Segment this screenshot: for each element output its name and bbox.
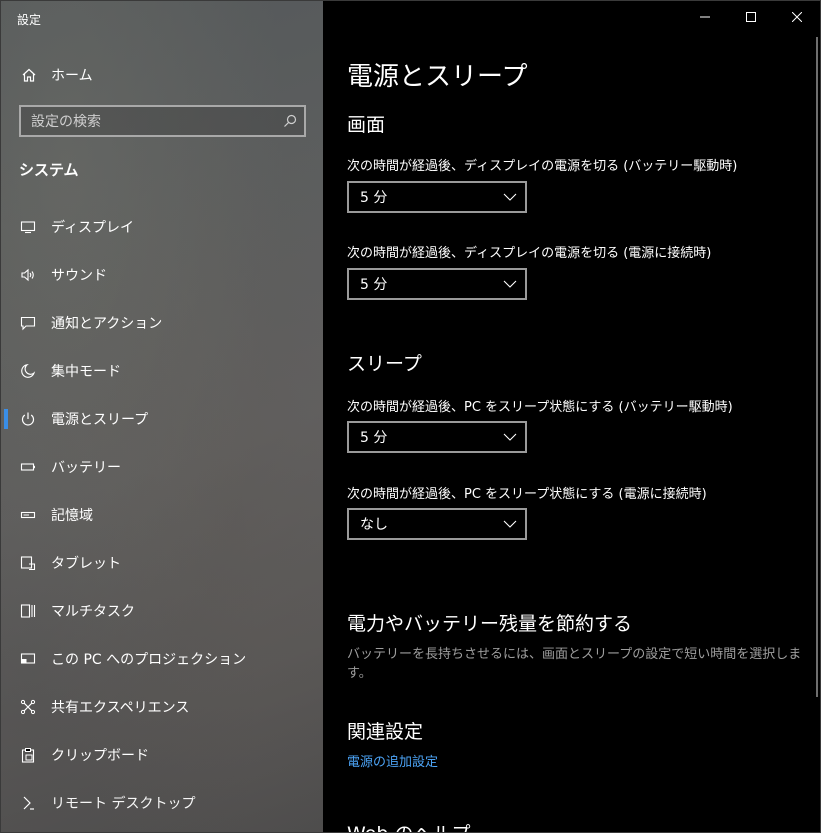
sidebar-item-focus[interactable]: 集中モード (1, 347, 323, 395)
search-input[interactable]: 設定の検索 (19, 105, 306, 137)
sidebar-item-projection[interactable]: この PC へのプロジェクション (1, 635, 323, 683)
additional-power-settings-link[interactable]: 電源の追加設定 (347, 751, 438, 770)
storage-icon (18, 507, 38, 523)
page-title: 電源とスリープ (347, 62, 528, 92)
sidebar-item-multitasking[interactable]: マルチタスク (1, 587, 323, 635)
related-settings-heading: 関連設定 (347, 721, 424, 743)
power-icon (18, 411, 38, 427)
sidebar-item-label: サウンド (51, 268, 107, 284)
sidebar-item-clipboard[interactable]: クリップボード (1, 731, 323, 779)
home-label: ホーム (51, 68, 93, 84)
sidebar-item-remote-desktop[interactable]: リモート デスクトップ (1, 779, 323, 827)
monitor-icon (18, 219, 38, 235)
web-help-heading: Web のヘルプ (347, 819, 470, 832)
sidebar-item-shared-experiences[interactable]: 共有エクスペリエンス (1, 683, 323, 731)
minimize-icon (700, 16, 710, 18)
sidebar-item-label: 電源とスリープ (51, 412, 149, 428)
save-power-heading: 電力やバッテリー残量を節約する (347, 613, 633, 635)
search-placeholder: 設定の検索 (31, 114, 101, 130)
message-icon (18, 315, 38, 331)
sidebar-item-label: バッテリー (51, 460, 121, 476)
maximize-button[interactable] (728, 1, 774, 33)
close-icon (792, 12, 802, 22)
sidebar-nav: ディスプレイ サウンド 通知とアクション 集中モード 電源とスリープ バッテリー… (1, 203, 323, 827)
dropdown-value: 5 分 (360, 190, 388, 206)
screen-battery-dropdown[interactable]: 5 分 (347, 181, 527, 213)
sidebar-item-notifications[interactable]: 通知とアクション (1, 299, 323, 347)
section-title: システム (19, 161, 79, 179)
save-power-description: バッテリーを長持ちさせるには、画面とスリープの設定で短い時間を選択します。 (347, 647, 802, 681)
sidebar-item-power-sleep[interactable]: 電源とスリープ (1, 395, 323, 443)
window-controls (682, 1, 820, 33)
sidebar-item-label: タブレット (51, 556, 121, 572)
sidebar-item-tablet[interactable]: タブレット (1, 539, 323, 587)
sidebar: 設定 ホーム 設定の検索 システム ディスプレイ サウンド 通知とアクション 集… (1, 1, 323, 832)
sidebar-item-label: この PC へのプロジェクション (51, 652, 247, 668)
dropdown-value: 5 分 (360, 277, 388, 293)
sidebar-item-display[interactable]: ディスプレイ (1, 203, 323, 251)
sidebar-item-label: 集中モード (51, 364, 121, 380)
remote-desktop-icon (18, 795, 38, 811)
sleep-battery-label: 次の時間が経過後、PC をスリープ状態にする (バッテリー駆動時) (347, 400, 733, 415)
multitask-icon (18, 603, 38, 619)
sidebar-item-label: 記憶域 (51, 508, 93, 524)
moon-icon (18, 363, 38, 379)
sidebar-item-sound[interactable]: サウンド (1, 251, 323, 299)
dropdown-value: 5 分 (360, 430, 388, 446)
chevron-down-icon (503, 193, 517, 201)
sidebar-item-label: クリップボード (51, 748, 149, 764)
sidebar-item-storage[interactable]: 記憶域 (1, 491, 323, 539)
battery-icon (18, 459, 38, 475)
screen-plugged-dropdown[interactable]: 5 分 (347, 268, 527, 300)
dropdown-value: なし (360, 517, 388, 533)
chevron-down-icon (503, 280, 517, 288)
main-content: 電源とスリープ 画面 次の時間が経過後、ディスプレイの電源を切る (バッテリー駆… (323, 1, 820, 832)
projection-icon (18, 651, 38, 667)
sidebar-item-label: マルチタスク (51, 604, 135, 620)
home-nav-item[interactable]: ホーム (1, 59, 323, 91)
chevron-down-icon (503, 520, 517, 528)
sleep-battery-dropdown[interactable]: 5 分 (347, 421, 527, 453)
sidebar-item-battery[interactable]: バッテリー (1, 443, 323, 491)
sidebar-item-label: 通知とアクション (51, 316, 163, 332)
speaker-icon (18, 267, 38, 283)
screen-plugged-label: 次の時間が経過後、ディスプレイの電源を切る (電源に接続時) (347, 246, 712, 261)
sleep-plugged-label: 次の時間が経過後、PC をスリープ状態にする (電源に接続時) (347, 487, 707, 502)
scrollbar[interactable] (816, 37, 818, 697)
screen-heading: 画面 (347, 114, 386, 136)
sidebar-item-label: リモート デスクトップ (51, 796, 196, 812)
sidebar-item-label: ディスプレイ (51, 220, 135, 236)
clipboard-icon (18, 747, 38, 763)
sleep-heading: スリープ (347, 353, 422, 375)
chevron-down-icon (503, 433, 517, 441)
search-icon[interactable] (282, 113, 298, 129)
close-button[interactable] (774, 1, 820, 33)
sleep-plugged-dropdown[interactable]: なし (347, 508, 527, 540)
settings-window: 設定 ホーム 設定の検索 システム ディスプレイ サウンド 通知とアクション 集… (0, 0, 821, 833)
screen-battery-label: 次の時間が経過後、ディスプレイの電源を切る (バッテリー駆動時) (347, 159, 738, 174)
maximize-icon (746, 12, 756, 22)
app-title: 設定 (17, 13, 42, 27)
minimize-button[interactable] (682, 1, 728, 33)
tablet-icon (18, 555, 38, 571)
sidebar-item-label: 共有エクスペリエンス (51, 700, 190, 716)
share-icon (18, 699, 38, 715)
home-icon (19, 67, 39, 83)
